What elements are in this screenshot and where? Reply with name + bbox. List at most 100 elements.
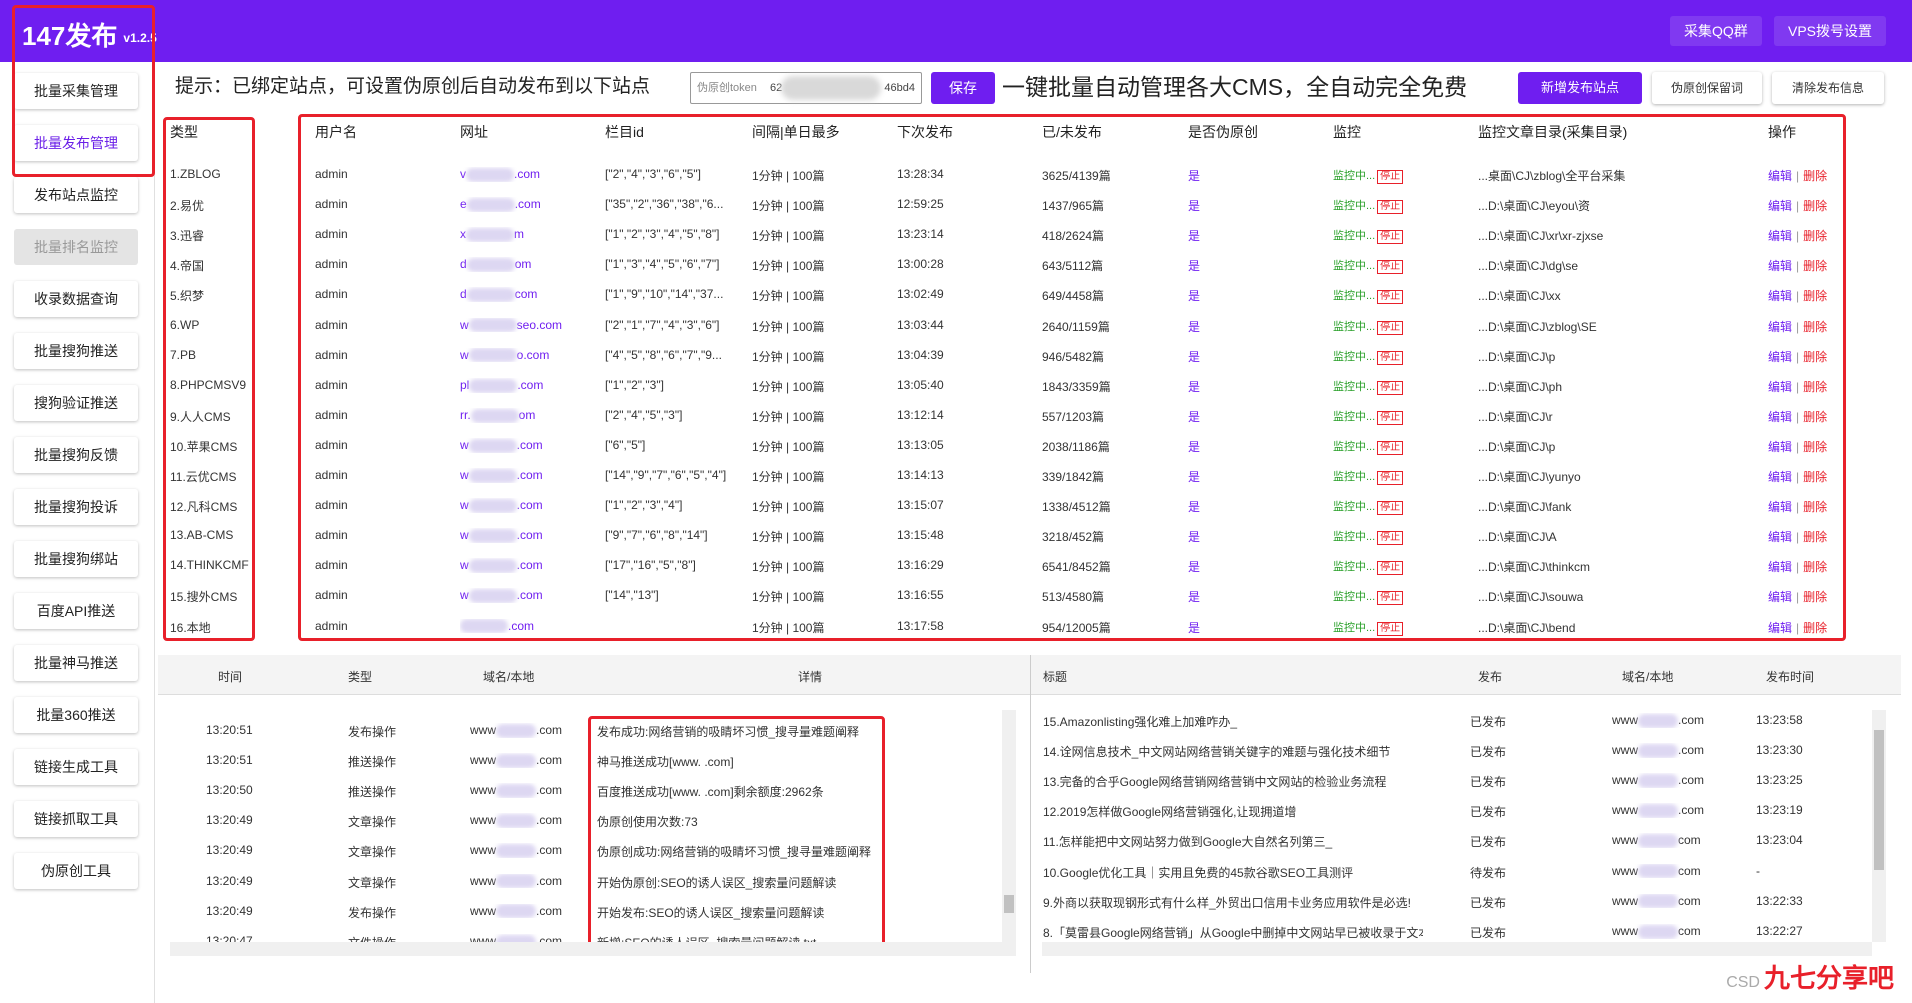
delete-link[interactable]: 删除 [1803, 440, 1827, 454]
url-redaction [466, 167, 514, 182]
token-input[interactable]: 伪原创token 62 46bd4 [690, 72, 922, 104]
delete-link[interactable]: 删除 [1803, 380, 1827, 394]
sidebar-item-8[interactable]: 批量搜狗投诉 [14, 489, 138, 525]
stop-monitor-button[interactable]: 停止 [1377, 320, 1404, 335]
log-horizontal-scrollbar[interactable] [170, 942, 1016, 956]
site-url[interactable]: e .com [460, 197, 541, 212]
edit-link[interactable]: 编辑 [1768, 500, 1792, 514]
sidebar-item-4[interactable]: 收录数据查询 [14, 281, 138, 317]
edit-link[interactable]: 编辑 [1768, 440, 1792, 454]
site-url[interactable]: xm [460, 227, 524, 243]
site-url[interactable]: pl .com [460, 378, 543, 393]
delete-link[interactable]: 删除 [1803, 470, 1827, 484]
delete-link[interactable]: 删除 [1803, 590, 1827, 604]
sidebar-item-11[interactable]: 批量神马推送 [14, 645, 138, 681]
delete-link[interactable]: 删除 [1803, 350, 1827, 364]
stop-monitor-button[interactable]: 停止 [1377, 230, 1404, 245]
edit-link[interactable]: 编辑 [1768, 410, 1792, 424]
article-horizontal-scrollbar[interactable] [1042, 942, 1872, 956]
stop-monitor-button[interactable]: 停止 [1377, 350, 1404, 365]
edit-link[interactable]: 编辑 [1768, 590, 1792, 604]
edit-link[interactable]: 编辑 [1768, 470, 1792, 484]
qq-group-button[interactable]: 采集QQ群 [1670, 16, 1762, 46]
delete-link[interactable]: 删除 [1803, 229, 1827, 243]
stop-monitor-button[interactable]: 停止 [1377, 531, 1404, 546]
stop-monitor-button[interactable]: 停止 [1377, 440, 1404, 455]
site-url[interactable]: w .com [460, 438, 543, 453]
delete-link[interactable]: 删除 [1803, 560, 1827, 574]
site-url[interactable]: w .com [460, 558, 543, 574]
stop-monitor-button[interactable]: 停止 [1377, 501, 1404, 516]
stop-monitor-button[interactable]: 停止 [1377, 200, 1404, 215]
site-url-end: .com [516, 498, 543, 513]
sidebar-item-7[interactable]: 批量搜狗反馈 [14, 437, 138, 473]
site-url[interactable]: w .com [460, 468, 543, 483]
stop-monitor-button[interactable]: 停止 [1377, 591, 1404, 606]
delete-link[interactable]: 删除 [1803, 410, 1827, 424]
article-domain-end: com [1678, 923, 1701, 938]
sidebar-item-10[interactable]: 百度API推送 [14, 593, 138, 629]
edit-link[interactable]: 编辑 [1768, 560, 1792, 574]
edit-link[interactable]: 编辑 [1768, 199, 1792, 213]
clear-publish-info-button[interactable]: 清除发布信息 [1772, 72, 1884, 104]
sidebar-item-5[interactable]: 批量搜狗推送 [14, 333, 138, 369]
edit-link[interactable]: 编辑 [1768, 530, 1792, 544]
site-url[interactable]: w .com [460, 588, 543, 604]
site-url[interactable]: w o.com [460, 348, 549, 363]
stop-monitor-button[interactable]: 停止 [1377, 471, 1404, 485]
stop-monitor-button[interactable]: 停止 [1377, 621, 1404, 636]
log-vertical-scrollbar[interactable] [1002, 710, 1016, 942]
delete-link[interactable]: 删除 [1803, 500, 1827, 514]
log-scroll-thumb[interactable] [1004, 895, 1014, 913]
article-vertical-scrollbar[interactable] [1872, 710, 1886, 942]
sidebar-item-0[interactable]: 批量采集管理 [14, 73, 138, 109]
site-url[interactable]: .com [460, 619, 534, 634]
article-scroll-thumb[interactable] [1874, 730, 1884, 870]
sidebar-item-1[interactable]: 批量发布管理 [14, 125, 138, 161]
sidebar-item-15[interactable]: 伪原创工具 [14, 853, 138, 889]
edit-link[interactable]: 编辑 [1768, 289, 1792, 303]
stop-monitor-button[interactable]: 停止 [1377, 561, 1404, 576]
pseudo-keep-words-button[interactable]: 伪原创保留词 [1652, 72, 1762, 104]
vps-settings-button[interactable]: VPS拨号设置 [1774, 16, 1887, 46]
edit-link[interactable]: 编辑 [1768, 169, 1792, 183]
site-url[interactable]: w .com [460, 498, 543, 513]
delete-link[interactable]: 删除 [1803, 530, 1827, 544]
delete-link[interactable]: 删除 [1803, 621, 1827, 635]
site-url[interactable]: rr. om [460, 408, 535, 423]
log-domain-start: www [470, 813, 496, 828]
edit-link[interactable]: 编辑 [1768, 320, 1792, 334]
delete-link[interactable]: 删除 [1803, 320, 1827, 334]
edit-link[interactable]: 编辑 [1768, 350, 1792, 364]
sidebar-item-14[interactable]: 链接抓取工具 [14, 801, 138, 837]
action-separator: | [1796, 470, 1800, 484]
sidebar-item-2[interactable]: 发布站点监控 [14, 177, 138, 213]
sidebar-item-12[interactable]: 批量360推送 [14, 697, 138, 733]
domain-redaction [1638, 804, 1678, 819]
save-button[interactable]: 保存 [931, 72, 995, 104]
stop-monitor-button[interactable]: 停止 [1377, 260, 1404, 275]
sidebar-item-9[interactable]: 批量搜狗绑站 [14, 541, 138, 577]
site-url[interactable]: d om [460, 257, 531, 273]
delete-link[interactable]: 删除 [1803, 199, 1827, 213]
delete-link[interactable]: 删除 [1803, 169, 1827, 183]
sidebar-item-6[interactable]: 搜狗验证推送 [14, 385, 138, 421]
add-site-button[interactable]: 新增发布站点 [1518, 72, 1642, 104]
edit-link[interactable]: 编辑 [1768, 380, 1792, 394]
action-separator: | [1796, 259, 1800, 274]
stop-monitor-button[interactable]: 停止 [1377, 410, 1404, 425]
delete-link[interactable]: 删除 [1803, 259, 1827, 273]
delete-link[interactable]: 删除 [1803, 289, 1827, 303]
stop-monitor-button[interactable]: 停止 [1377, 380, 1404, 395]
stop-monitor-button[interactable]: 停止 [1377, 290, 1404, 305]
edit-link[interactable]: 编辑 [1768, 259, 1792, 273]
site-url[interactable]: w seo.com [460, 318, 562, 333]
stop-monitor-button[interactable]: 停止 [1377, 170, 1404, 184]
site-url[interactable]: v .com [460, 167, 540, 182]
edit-link[interactable]: 编辑 [1768, 621, 1792, 635]
sidebar-item-3[interactable]: 批量排名监控 [14, 229, 138, 265]
site-url[interactable]: d com [460, 287, 537, 303]
site-url[interactable]: w .com [460, 528, 543, 544]
sidebar-item-13[interactable]: 链接生成工具 [14, 749, 138, 785]
edit-link[interactable]: 编辑 [1768, 229, 1792, 243]
